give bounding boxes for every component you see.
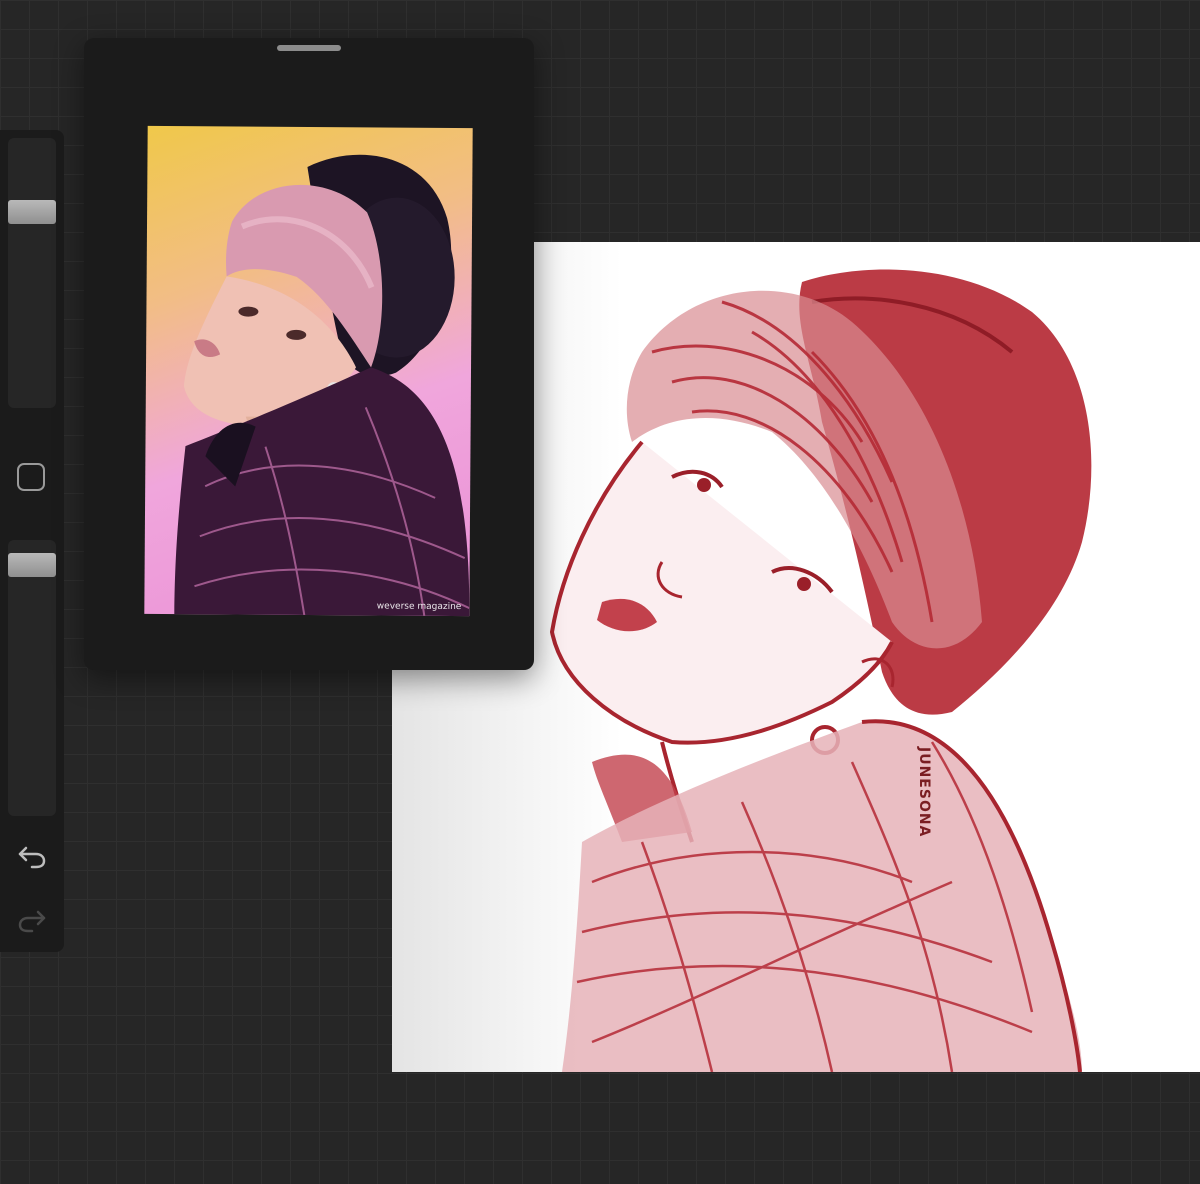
undo-icon[interactable] [14, 838, 50, 874]
sidebar [0, 130, 64, 952]
reference-panel[interactable]: weverse magazine [84, 38, 534, 670]
redo-icon[interactable] [14, 902, 50, 938]
reference-drag-handle[interactable] [277, 45, 341, 51]
photo-watermark: weverse magazine [376, 601, 462, 613]
opacity-thumb[interactable] [8, 552, 56, 577]
brush-size-slider[interactable] [8, 138, 56, 408]
artist-signature: JUNESONA [916, 747, 932, 838]
square-icon[interactable] [17, 463, 45, 491]
reference-photo: weverse magazine [144, 125, 473, 617]
opacity-slider[interactable] [8, 540, 56, 816]
brush-size-thumb[interactable] [8, 199, 56, 224]
reference-photo-image [174, 154, 470, 617]
